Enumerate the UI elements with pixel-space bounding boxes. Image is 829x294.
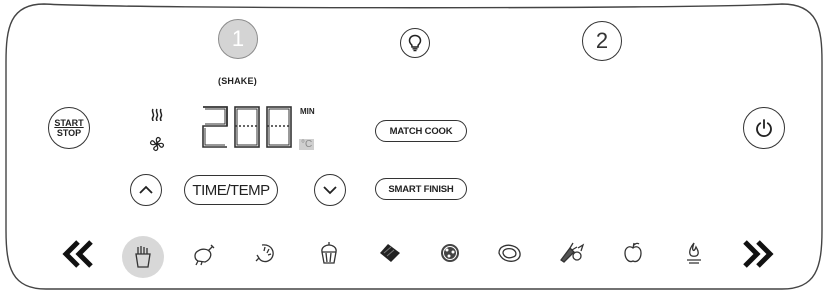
chicken-drumstick-icon [194,244,215,266]
zone-2-number: 2 [595,28,609,53]
shake-label: (SHAKE) [218,76,257,86]
preset-apple[interactable] [622,240,644,271]
preset-shrimp[interactable] [254,241,280,272]
preset-flame[interactable] [684,240,704,271]
shrimp-icon [255,244,274,263]
bacon-icon [380,244,400,262]
zone-2-button[interactable]: 2 [582,21,622,61]
flame-icon [687,242,701,264]
match-cook-button[interactable]: MATCH COOK [375,120,467,142]
chevron-up-icon [139,185,153,194]
increase-button[interactable] [130,174,162,206]
start-stop-label: START STOP [54,118,83,138]
power-icon [756,119,772,137]
start-label: START [54,118,84,128]
time-temp-display [202,106,292,148]
next-preset-button[interactable] [741,238,775,275]
cupcake-icon [321,242,337,264]
chevron-down-icon [323,186,337,195]
lightbulb-icon [408,34,422,52]
pizza-icon [441,244,459,262]
zone-1-button[interactable]: 1 [218,19,258,59]
fan-icon [150,137,164,151]
smart-finish-button[interactable]: SMART FINISH [375,178,467,200]
time-temp-button[interactable]: TIME/TEMP [184,175,278,205]
preset-steak[interactable] [496,241,524,270]
start-stop-button[interactable]: START STOP [48,107,90,149]
power-button[interactable] [743,107,785,149]
preset-vegetables[interactable] [558,240,586,271]
preset-fries[interactable] [132,244,154,275]
unit-celsius-label: °C [299,139,315,150]
previous-preset-button[interactable] [61,238,95,275]
preset-chicken[interactable] [192,241,218,272]
vegetables-icon [560,242,585,263]
light-button[interactable] [400,28,430,58]
steak-icon [498,244,521,262]
preset-pizza[interactable] [438,241,462,270]
double-chevron-right-icon [743,240,774,268]
heat-waves-icon [151,108,163,122]
decrease-button[interactable] [314,174,346,206]
double-chevron-left-icon [62,240,93,268]
preset-bacon[interactable] [378,242,402,269]
apple-icon [624,242,642,263]
stop-label: STOP [56,128,82,138]
unit-min-label: MIN [300,107,315,116]
fries-icon [135,246,151,268]
zone-1-number: 1 [231,26,245,51]
preset-cupcake[interactable] [318,240,340,271]
